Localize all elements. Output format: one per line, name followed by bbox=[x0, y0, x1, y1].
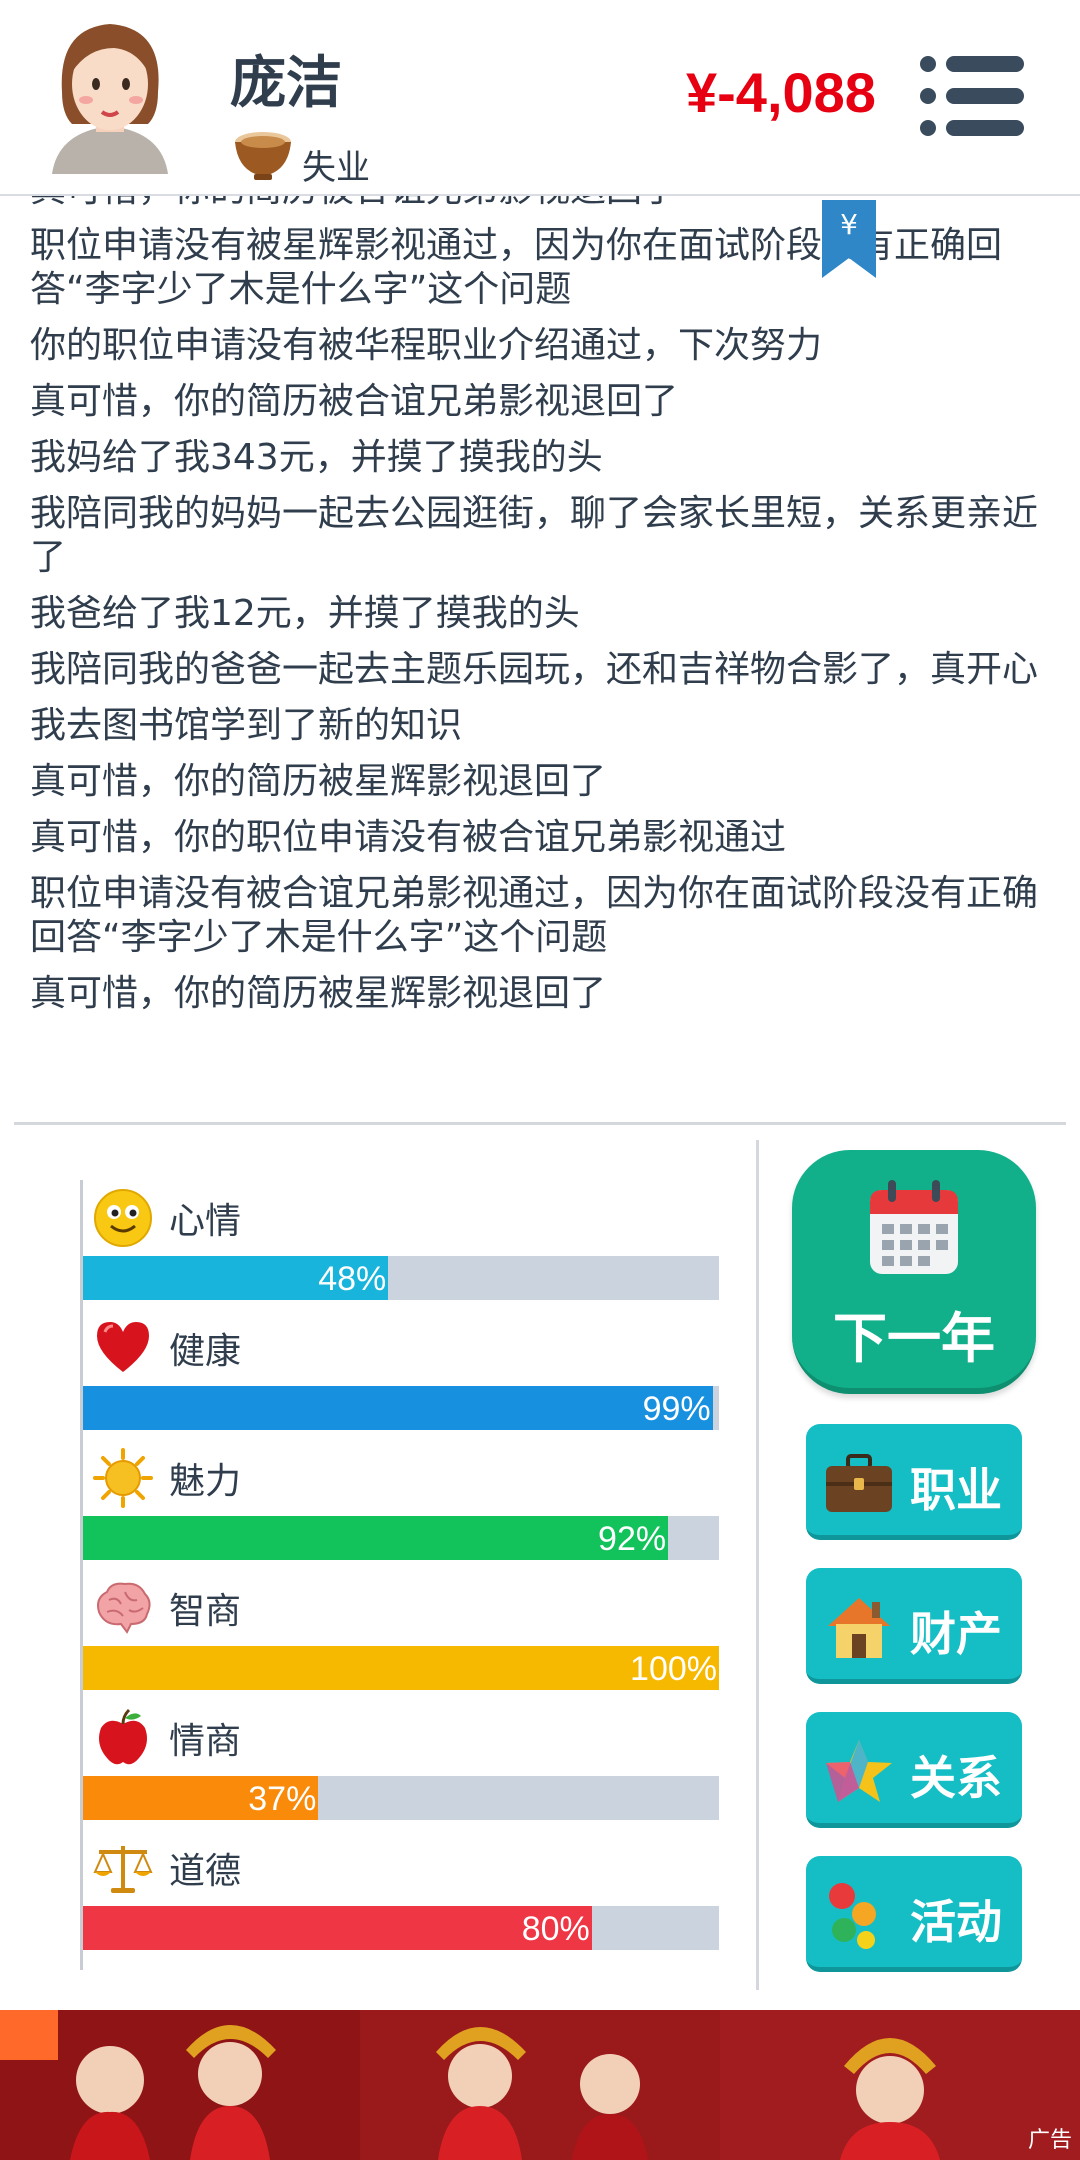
player-name: 庞洁 bbox=[230, 51, 342, 116]
activities-button[interactable]: 活动 bbox=[806, 1856, 1022, 1972]
log-list: 真可惜，你的简历被合谊兄弟影视退回了 职位申请没有被星辉影视通过，因为你在面试阶… bbox=[30, 196, 1050, 1028]
bookmark-icon[interactable]: ¥ bbox=[822, 200, 876, 278]
stat-fill: 80% bbox=[83, 1906, 592, 1950]
activity-dots-icon bbox=[829, 1883, 876, 1949]
game-screen: 庞洁 失业 ¥-4,088 真可惜，你的简历被合谊兄弟影视退回了 职位申请没有被… bbox=[0, 0, 1080, 2160]
menu-icon[interactable] bbox=[920, 56, 1024, 136]
career-button[interactable]: 职业 bbox=[806, 1424, 1022, 1540]
stat-label: 魅力 bbox=[169, 1461, 242, 1502]
stat-fill: 92% bbox=[83, 1516, 669, 1560]
calendar-icon bbox=[870, 1180, 958, 1274]
log-entry: 职位申请没有被合谊兄弟影视通过，因为你在面试阶段没有正确回答“李字少了木是什么字… bbox=[30, 873, 1039, 958]
panel-divider bbox=[756, 1140, 759, 1990]
ad-logo-icon bbox=[0, 2010, 58, 2060]
stat-value: 48% bbox=[318, 1260, 387, 1298]
log-entry: 你的职位申请没有被华程职业介绍通过，下次努力 bbox=[30, 325, 823, 366]
stat-label: 心情 bbox=[169, 1201, 242, 1242]
heart-icon bbox=[97, 1322, 149, 1372]
next-year-button[interactable]: 下一年 bbox=[792, 1150, 1036, 1394]
stats-panel: 心情 48% 健康 99% 魅力 92% 智商 100% 情商 37% 道德 8… bbox=[80, 1180, 720, 1970]
stat-bar: 99% bbox=[83, 1386, 719, 1430]
sun-icon bbox=[93, 1448, 153, 1508]
stat-bar: 37% bbox=[83, 1776, 719, 1820]
stat-value: 37% bbox=[248, 1780, 317, 1818]
stat-charm: 魅力 92% bbox=[83, 1440, 723, 1570]
stat-value: 100% bbox=[630, 1650, 717, 1688]
stat-morality: 道德 80% bbox=[83, 1830, 723, 1960]
log-entry: 我妈给了我343元，并摸了摸我的头 bbox=[30, 437, 603, 478]
ad-image bbox=[360, 2010, 720, 2160]
stat-health: 健康 99% bbox=[83, 1310, 723, 1440]
log-entry: 真可惜，你的职位申请没有被合谊兄弟影视通过 bbox=[30, 817, 787, 858]
log-entry: 真可惜，你的简历被合谊兄弟影视退回了 bbox=[30, 381, 679, 422]
log-entry: 真可惜，你的简历被星辉影视退回了 bbox=[30, 761, 607, 802]
bowl-icon bbox=[235, 132, 291, 180]
status-header: 庞洁 失业 ¥-4,088 bbox=[0, 0, 1080, 196]
log-entry: 我去图书馆学到了新的知识 bbox=[30, 705, 463, 746]
stat-bar: 92% bbox=[83, 1516, 719, 1560]
stat-fill: 48% bbox=[83, 1256, 389, 1300]
scales-icon bbox=[93, 1846, 153, 1893]
briefcase-icon bbox=[826, 1454, 892, 1512]
log-entry: 我陪同我的爸爸一起去主题乐园玩，还和吉祥物合影了，真开心 bbox=[30, 649, 1039, 690]
stat-value: 92% bbox=[598, 1520, 667, 1558]
stat-label: 道德 bbox=[169, 1851, 242, 1892]
log-entry: 职位申请没有被星辉影视通过，因为你在面试阶段没有正确回答“李字少了木是什么字”这… bbox=[30, 225, 1003, 310]
brain-icon bbox=[97, 1582, 151, 1634]
stat-value: 80% bbox=[521, 1910, 590, 1948]
smiley-icon bbox=[94, 1189, 152, 1247]
log-entry: 真可惜，你的简历被星辉影视退回了 bbox=[30, 973, 607, 1014]
stat-fill: 37% bbox=[83, 1776, 319, 1820]
stat-label: 情商 bbox=[169, 1721, 242, 1762]
job-status: 失业 bbox=[302, 148, 370, 188]
property-label: 财产 bbox=[910, 1607, 1002, 1661]
stat-label: 健康 bbox=[169, 1331, 242, 1372]
career-label: 职业 bbox=[910, 1463, 1002, 1517]
next-year-label: 下一年 bbox=[833, 1307, 995, 1370]
stat-fill: 99% bbox=[83, 1386, 713, 1430]
avatar[interactable] bbox=[44, 14, 176, 174]
property-button[interactable]: 财产 bbox=[806, 1568, 1022, 1684]
star-icon bbox=[826, 1740, 892, 1802]
stat-iq: 智商 100% bbox=[83, 1570, 723, 1700]
stat-bar: 48% bbox=[83, 1256, 719, 1300]
relations-label: 关系 bbox=[910, 1751, 1002, 1805]
stat-value: 99% bbox=[642, 1390, 711, 1428]
stat-bar: 80% bbox=[83, 1906, 719, 1950]
stat-label: 智商 bbox=[169, 1591, 242, 1632]
stat-eq: 情商 37% bbox=[83, 1700, 723, 1830]
log-entry: 我爸给了我12元，并摸了摸我的头 bbox=[30, 593, 580, 634]
ad-image bbox=[720, 2010, 1080, 2160]
stat-bar: 100% bbox=[83, 1646, 719, 1690]
log-entry: 我陪同我的妈妈一起去公园逛街，聊了会家长里短，关系更亲近了 bbox=[30, 493, 1039, 578]
apple-icon bbox=[99, 1708, 147, 1765]
money-balance: ¥-4,088 bbox=[686, 61, 876, 124]
relations-button[interactable]: 关系 bbox=[806, 1712, 1022, 1828]
bookmark-symbol: ¥ bbox=[840, 208, 858, 241]
stat-fill: 100% bbox=[83, 1646, 719, 1690]
ad-banner[interactable]: 广告 bbox=[0, 2010, 1080, 2160]
section-divider bbox=[14, 1122, 1066, 1125]
ad-label: 广告 bbox=[1027, 2128, 1072, 2153]
event-log[interactable]: 真可惜，你的简历被合谊兄弟影视退回了 职位申请没有被星辉影视通过，因为你在面试阶… bbox=[0, 196, 1080, 1076]
activities-label: 活动 bbox=[910, 1895, 1002, 1949]
stat-mood: 心情 48% bbox=[83, 1180, 723, 1310]
house-icon bbox=[828, 1598, 890, 1658]
log-entry-partial: 真可惜，你的简历被合谊兄弟影视退回了 bbox=[30, 196, 1050, 212]
